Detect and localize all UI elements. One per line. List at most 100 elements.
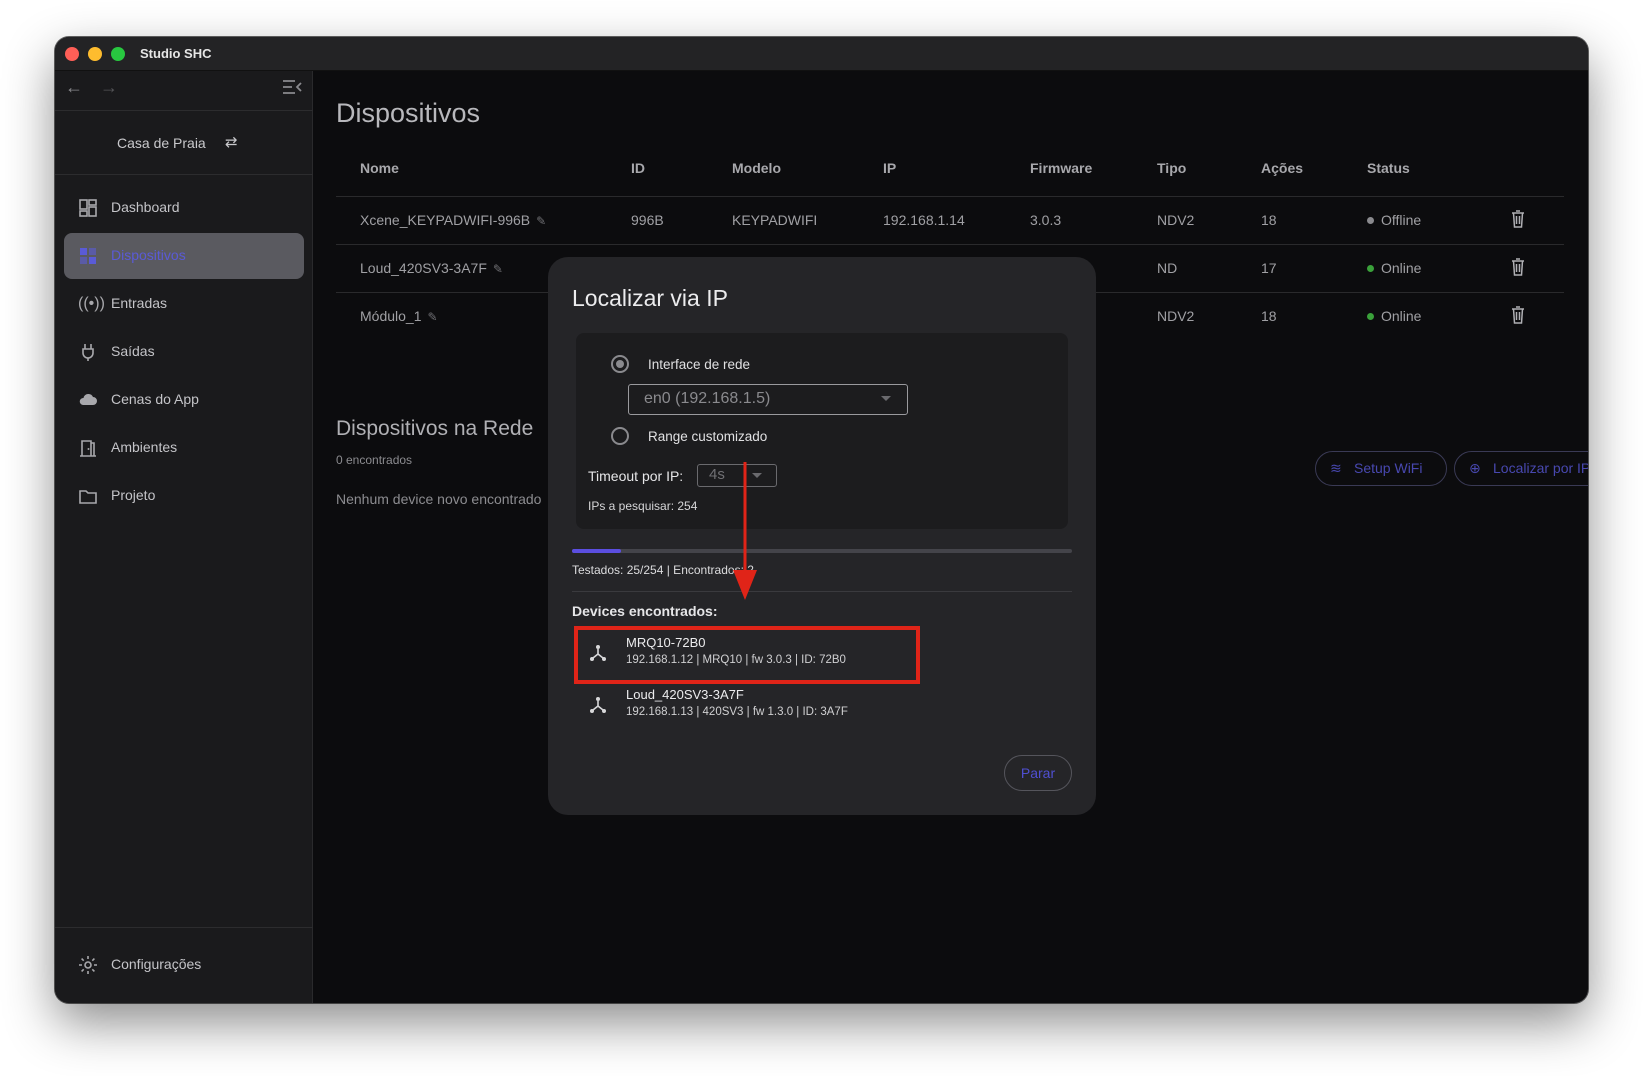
house-selector[interactable]: Casa de Praia ⇄ bbox=[55, 111, 313, 175]
nav-arrows: ← → bbox=[55, 71, 313, 111]
timeout-select-value: 4s bbox=[709, 466, 725, 483]
device-actions-cell: 18 bbox=[1261, 308, 1277, 324]
column-header-ip: IP bbox=[883, 160, 897, 176]
house-name: Casa de Praia bbox=[117, 135, 206, 151]
device-type-cell: NDV2 bbox=[1157, 308, 1195, 324]
status-badge: Online bbox=[1367, 308, 1421, 324]
network-node-icon bbox=[590, 697, 606, 713]
sidebar-item-label: Configurações bbox=[111, 956, 202, 972]
interface-select-value: en0 (192.168.1.5) bbox=[644, 390, 771, 407]
trash-icon[interactable] bbox=[1511, 306, 1525, 324]
found-device-name: Loud_420SV3-3A7F bbox=[626, 687, 744, 702]
found-devices-title: Devices encontrados: bbox=[572, 603, 718, 619]
sidebar: ← → Casa de Praia ⇄ Dashboard Dispositiv… bbox=[55, 71, 313, 1003]
search-network-icon: ⊕ bbox=[1469, 460, 1481, 476]
cloud-icon bbox=[79, 393, 97, 405]
sidebar-item-projeto[interactable]: Projeto bbox=[64, 473, 304, 519]
interface-radio-label: Interface de rede bbox=[648, 357, 751, 372]
column-header-status: Status bbox=[1367, 160, 1410, 176]
divider bbox=[572, 591, 1072, 592]
dialog-title: Localizar via IP bbox=[572, 285, 728, 311]
forward-arrow-icon[interactable]: → bbox=[100, 77, 118, 98]
interface-radio[interactable] bbox=[611, 355, 629, 373]
sidebar-item-entradas[interactable]: ((•)) Entradas bbox=[64, 281, 304, 327]
sidebar-item-ambientes[interactable]: Ambientes bbox=[64, 425, 304, 471]
locate-ip-dialog: Localizar via IP Interface de rede en0 (… bbox=[548, 257, 1096, 815]
sidebar-item-dispositivos[interactable]: Dispositivos bbox=[64, 233, 304, 279]
network-found-count: 0 encontrados bbox=[336, 453, 413, 467]
sidebar-item-cenas[interactable]: Cenas do App bbox=[64, 377, 304, 423]
status-dot bbox=[1367, 216, 1374, 224]
sidebar-item-label: Projeto bbox=[111, 487, 156, 503]
ips-to-search-label: IPs a pesquisar: 254 bbox=[588, 499, 698, 513]
scan-progress-text: Testados: 25/254 | Encontrados: 2 bbox=[572, 563, 754, 577]
found-device-info: 192.168.1.13 | 420SV3 | fw 1.3.0 | ID: 3… bbox=[626, 706, 848, 718]
trash-icon[interactable] bbox=[1511, 258, 1525, 276]
status-dot bbox=[1367, 312, 1374, 320]
plug-icon bbox=[82, 344, 94, 361]
device-model-cell: KEYPADWIFI bbox=[732, 212, 818, 228]
trash-icon[interactable] bbox=[1511, 210, 1525, 228]
setup-wifi-label: Setup WiFi bbox=[1354, 460, 1423, 476]
signal-icon: ((•)) bbox=[78, 295, 105, 312]
table-row[interactable]: Xcene_KEYPADWIFI-996B ✎ 996B KEYPADWIFI 1… bbox=[336, 196, 1564, 244]
sidebar-item-configuracoes[interactable]: Configurações bbox=[64, 942, 304, 988]
device-name-cell: Xcene_KEYPADWIFI-996B ✎ bbox=[360, 212, 547, 228]
close-window-button[interactable] bbox=[65, 47, 79, 61]
status-badge: Offline bbox=[1367, 212, 1421, 228]
column-header-nome: Nome bbox=[360, 160, 399, 176]
sidebar-item-label: Cenas do App bbox=[111, 391, 199, 407]
annotation-highlight-box bbox=[574, 626, 920, 684]
interface-select[interactable]: en0 (192.168.1.5) bbox=[628, 384, 908, 415]
device-name-cell: Loud_420SV3-3A7F ✎ bbox=[360, 260, 503, 276]
sidebar-item-label: Dashboard bbox=[111, 199, 180, 215]
device-ip-cell: 192.168.1.14 bbox=[883, 212, 965, 228]
timeout-label: Timeout por IP: bbox=[588, 468, 684, 484]
device-firmware-cell: 3.0.3 bbox=[1030, 212, 1062, 228]
status-dot bbox=[1367, 264, 1374, 272]
sidebar-item-saidas[interactable]: Saídas bbox=[64, 329, 304, 375]
swap-icon[interactable]: ⇄ bbox=[225, 133, 238, 151]
dashboard-icon bbox=[79, 199, 97, 217]
network-empty-message: Nenhum device novo encontrado bbox=[336, 491, 542, 507]
collapse-sidebar-icon[interactable] bbox=[282, 79, 302, 95]
gear-icon bbox=[79, 956, 97, 974]
page-title: Dispositivos bbox=[336, 98, 481, 128]
sidebar-item-label: Dispositivos bbox=[111, 247, 186, 263]
device-type-cell: ND bbox=[1157, 260, 1178, 276]
edit-pencil-icon[interactable]: ✎ bbox=[493, 262, 503, 276]
network-section-title: Dispositivos na Rede bbox=[336, 417, 534, 440]
back-arrow-icon[interactable]: ← bbox=[65, 77, 83, 98]
locate-by-ip-button[interactable]: ⊕ Localizar por IP bbox=[1454, 451, 1588, 486]
sidebar-item-dashboard[interactable]: Dashboard bbox=[64, 185, 304, 231]
device-type-cell: NDV2 bbox=[1157, 212, 1195, 228]
found-device-item[interactable]: Loud_420SV3-3A7F 192.168.1.13 | 420SV3 |… bbox=[576, 677, 916, 733]
device-actions-cell: 18 bbox=[1261, 212, 1277, 228]
zoom-window-button[interactable] bbox=[111, 47, 125, 61]
status-badge: Online bbox=[1367, 260, 1421, 276]
title-bar: Studio SHC bbox=[55, 37, 1588, 71]
device-name-cell: Módulo_1 ✎ bbox=[360, 308, 438, 324]
devices-icon bbox=[80, 248, 96, 264]
stop-button[interactable]: Parar bbox=[1004, 755, 1072, 791]
annotation-arrow-icon bbox=[733, 462, 757, 600]
search-options-panel: Interface de rede en0 (192.168.1.5) Rang… bbox=[576, 333, 1068, 529]
range-radio[interactable] bbox=[611, 427, 629, 445]
column-header-id: ID bbox=[631, 160, 645, 176]
door-icon bbox=[80, 440, 96, 457]
column-header-modelo: Modelo bbox=[732, 160, 781, 176]
locate-by-ip-label: Localizar por IP bbox=[1493, 460, 1588, 476]
sidebar-item-label: Entradas bbox=[111, 295, 168, 311]
wifi-icon: ≋ bbox=[1330, 460, 1342, 476]
column-header-tipo: Tipo bbox=[1157, 160, 1187, 176]
scan-progress-bar bbox=[572, 549, 1072, 553]
edit-pencil-icon[interactable]: ✎ bbox=[428, 310, 438, 324]
column-header-acoes: Ações bbox=[1261, 160, 1304, 176]
sidebar-item-label: Saídas bbox=[111, 343, 155, 359]
minimize-window-button[interactable] bbox=[88, 47, 102, 61]
window-title: Studio SHC bbox=[140, 46, 212, 61]
edit-pencil-icon[interactable]: ✎ bbox=[536, 214, 546, 228]
scan-progress-fill bbox=[572, 549, 622, 553]
setup-wifi-button[interactable]: ≋ Setup WiFi bbox=[1315, 451, 1447, 486]
settings-section: Configurações bbox=[55, 927, 313, 1003]
